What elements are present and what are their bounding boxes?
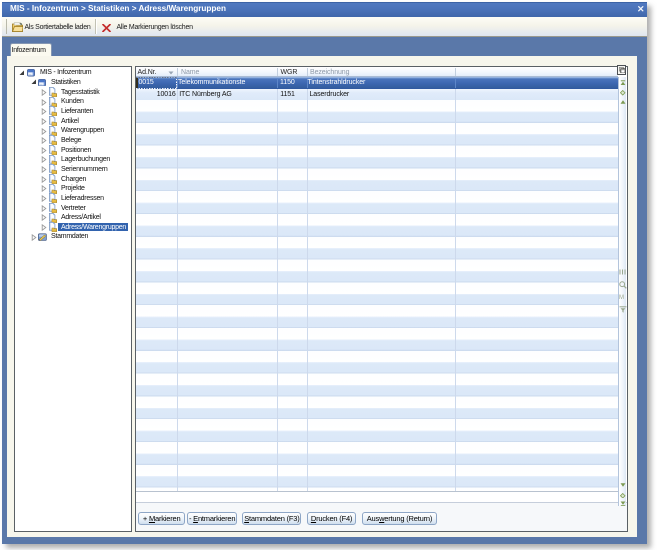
svg-text:M: M [619, 295, 624, 300]
